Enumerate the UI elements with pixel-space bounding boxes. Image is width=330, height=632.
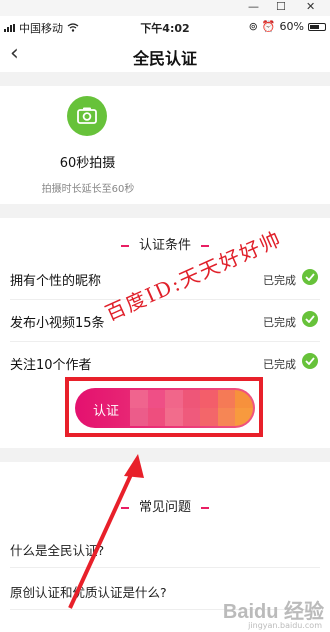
condition-status: 已完成 <box>263 316 296 329</box>
maximize-button[interactable]: ☐ <box>276 0 286 14</box>
minimize-button[interactable]: — <box>248 0 259 14</box>
check-circle-icon <box>302 353 318 369</box>
condition-label: 关注10个作者 <box>10 358 92 373</box>
condition-status: 已完成 <box>263 274 296 287</box>
baidu-logo: Baidu 经验 <box>222 601 324 623</box>
faq-heading: 常见问题 <box>0 496 330 515</box>
check-circle-icon <box>302 269 318 285</box>
nav-bar: ‹ 全民认证 <box>0 38 330 72</box>
window-titlebar: — ☐ ✕ <box>0 0 330 16</box>
faq-question: 什么是全民认证? <box>10 543 105 558</box>
baidu-url: jingyan.baidu.com <box>248 621 322 630</box>
condition-label: 发布小视频15条 <box>10 316 105 331</box>
condition-label: 拥有个性的昵称 <box>10 274 102 289</box>
battery-percent: 60% <box>279 20 304 33</box>
heading-dash-left <box>120 506 129 509</box>
close-button[interactable]: ✕ <box>306 0 315 14</box>
status-bar: 中国移动 下午4:02 ⊚ ⏰ 60% <box>0 16 330 38</box>
faq-item[interactable]: 什么是全民认证? <box>10 528 320 568</box>
condition-row-videos: 发布小视频15条 已完成 <box>10 300 320 342</box>
capture-section: 60秒拍摄 拍摄时长延长至60秒 <box>0 86 330 204</box>
faq-heading-text: 常见问题 <box>138 500 191 515</box>
capture-subtitle: 拍摄时长延长至60秒 <box>41 184 135 195</box>
check-circle-icon <box>302 311 318 327</box>
condition-status: 已完成 <box>263 358 296 371</box>
conditions-heading-text: 认证条件 <box>138 238 191 253</box>
alarm-icon: ⏰ <box>261 20 276 33</box>
heading-dash-right <box>201 506 209 509</box>
capture-title: 60秒拍摄 <box>59 156 116 171</box>
faq-question: 原创认证和优质认证是什么? <box>10 585 167 600</box>
location-icon: ⊚ <box>248 20 258 33</box>
annotation-highlight-box <box>65 377 263 437</box>
battery-icon <box>308 22 326 31</box>
page-title: 全民认证 <box>132 49 197 68</box>
heading-dash-right <box>201 244 209 247</box>
camera-icon[interactable] <box>67 96 107 136</box>
heading-dash-left <box>120 244 129 247</box>
